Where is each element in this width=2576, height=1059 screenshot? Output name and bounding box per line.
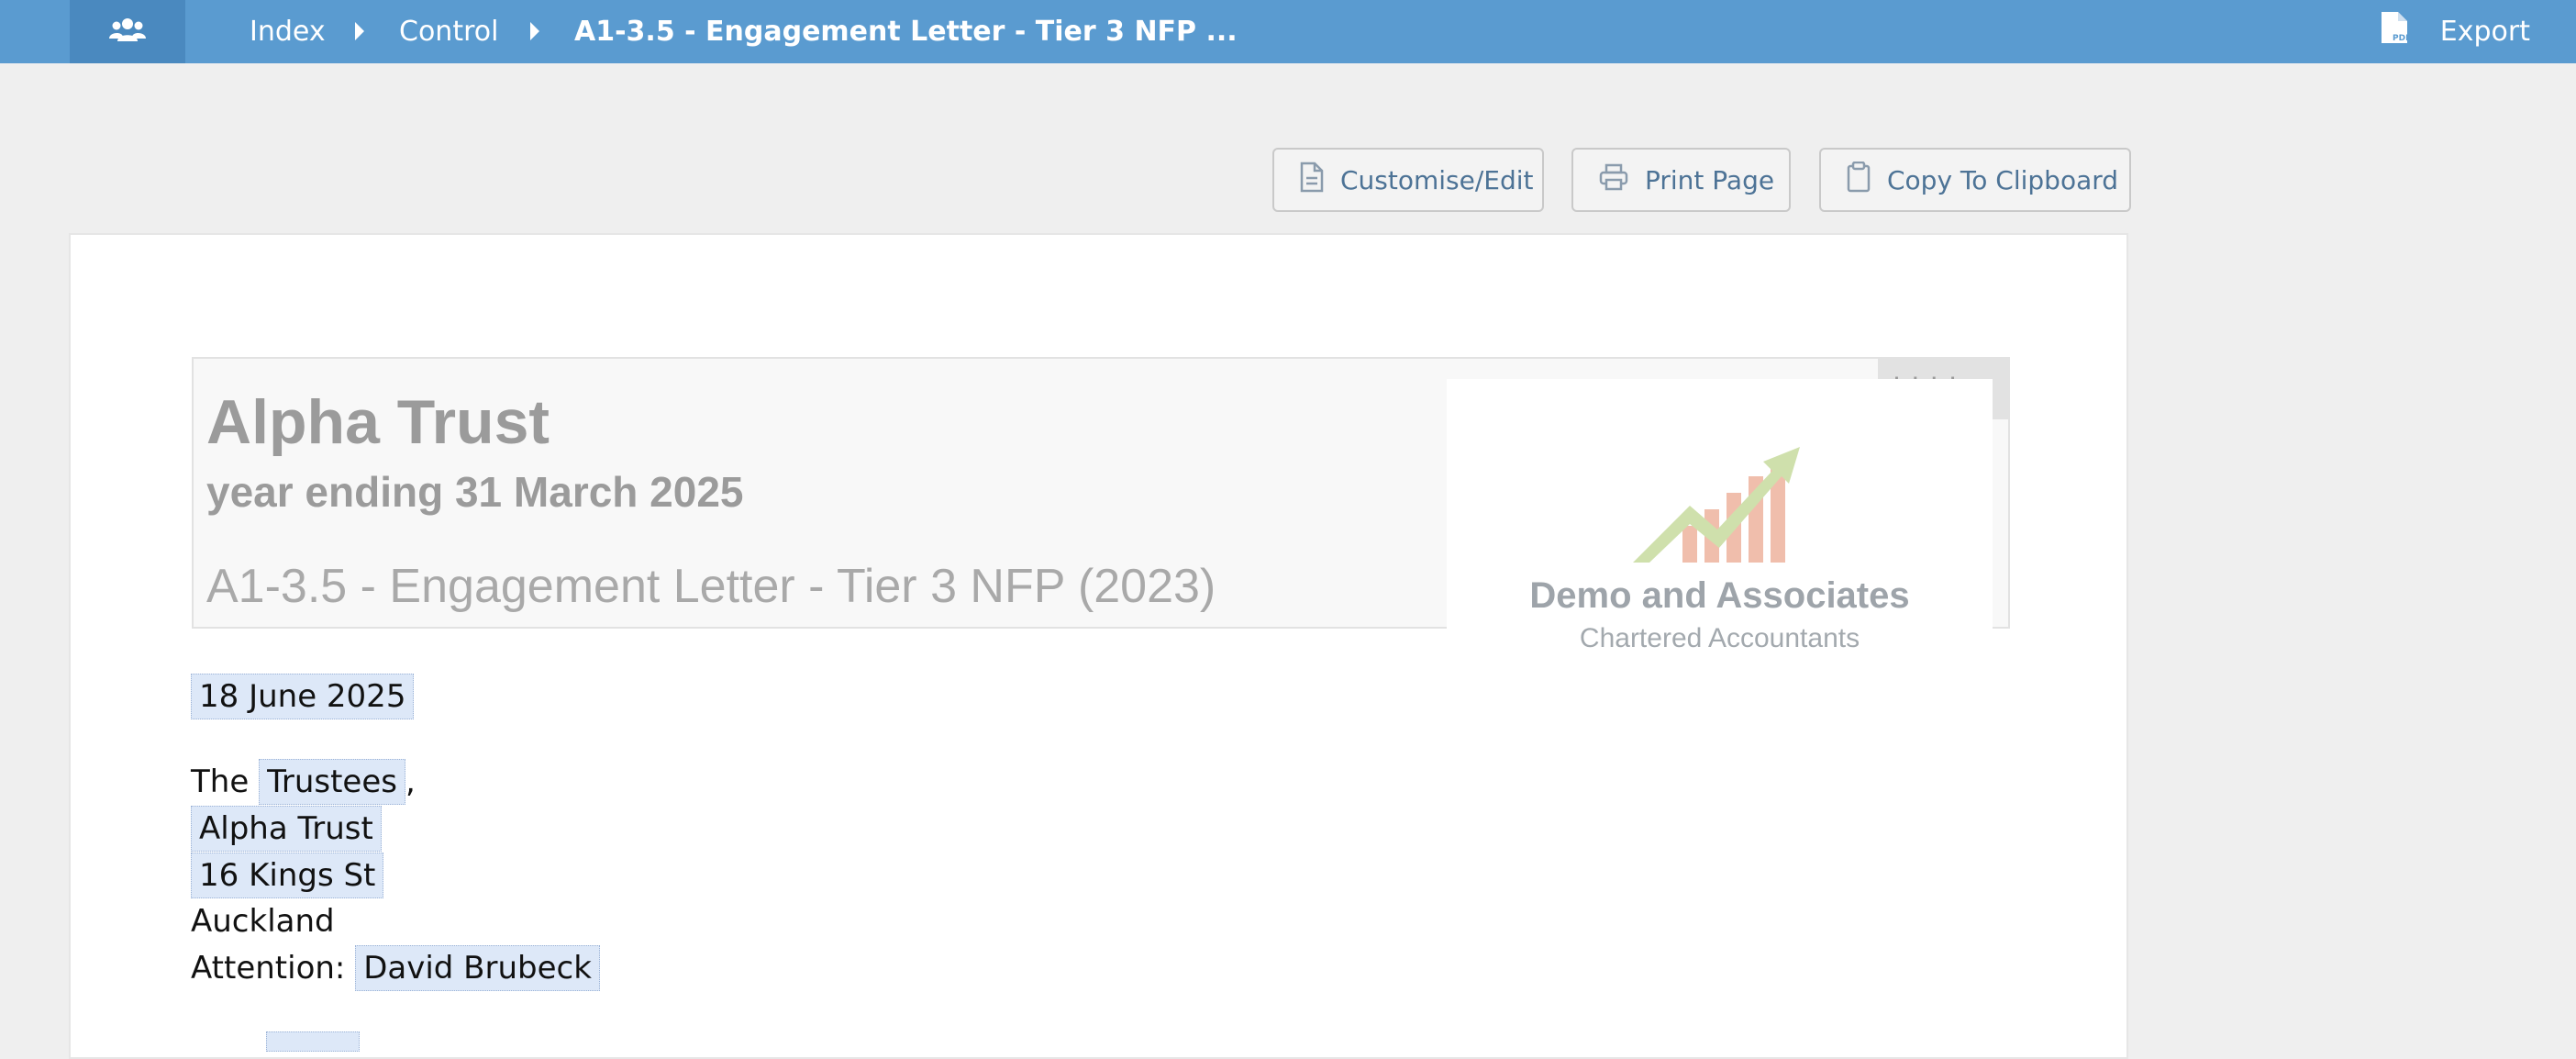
customise-edit-label: Customise/Edit <box>1340 164 1534 195</box>
firm-logo: Demo and Associates Chartered Accountant… <box>1447 379 1993 667</box>
attention-label: Attention: <box>191 950 346 987</box>
breadcrumb-control[interactable]: Control <box>399 0 498 63</box>
salutation-suffix: , <box>405 764 416 800</box>
salutation-prefix: The <box>191 764 250 800</box>
breadcrumb-index[interactable]: Index <box>250 0 326 63</box>
print-page-label: Print Page <box>1645 164 1775 195</box>
next-field-partial[interactable] <box>266 1031 360 1052</box>
top-bar: Index Control A1-3.5 - Engagement Letter… <box>0 0 2576 63</box>
entity-line: Alpha Trust <box>191 806 382 852</box>
period-label: year ending 31 March 2025 <box>206 468 744 516</box>
breadcrumb-current: A1-3.5 - Engagement Letter - Tier 3 NFP … <box>574 16 1238 48</box>
export-button[interactable]: PDF Export <box>2380 0 2530 63</box>
entity-name: Alpha Trust <box>206 387 550 457</box>
city-line: Auckland <box>191 903 335 940</box>
users-icon <box>109 17 146 48</box>
home-button[interactable] <box>70 0 185 63</box>
street-line: 16 Kings St <box>191 853 384 898</box>
clipboard-icon <box>1847 161 1871 199</box>
svg-text:PDF: PDF <box>2393 34 2409 43</box>
attention-line: Attention: David Brubeck <box>191 945 600 991</box>
export-label: Export <box>2439 16 2530 48</box>
customise-edit-button[interactable]: Customise/Edit <box>1272 148 1544 212</box>
document-title: A1-3.5 - Engagement Letter - Tier 3 NFP … <box>206 560 1216 613</box>
pdf-file-icon: PDF <box>2380 11 2411 52</box>
street-field[interactable]: 16 Kings St <box>191 853 384 898</box>
letter-date-line: 18 June 2025 <box>191 674 415 719</box>
copy-to-clipboard-label: Copy To Clipboard <box>1887 164 2119 195</box>
growth-chart-logo-icon <box>1633 447 1800 563</box>
breadcrumb-caret-icon <box>355 22 364 40</box>
entity-field[interactable]: Alpha Trust <box>191 806 382 852</box>
addressee-role-field[interactable]: Trustees <box>259 759 405 805</box>
letter-date-field[interactable]: 18 June 2025 <box>191 674 415 719</box>
copy-to-clipboard-button[interactable]: Copy To Clipboard <box>1819 148 2131 212</box>
city-text: Auckland <box>191 903 335 940</box>
printer-icon <box>1599 163 1628 197</box>
print-page-button[interactable]: Print Page <box>1571 148 1791 212</box>
logo-firm-name: Demo and Associates <box>1529 575 1910 616</box>
breadcrumb-caret-icon <box>530 22 539 40</box>
document-icon <box>1300 162 1324 199</box>
logo-firm-subtitle: Chartered Accountants <box>1579 623 1860 653</box>
salutation-line: The Trustees, <box>191 759 416 805</box>
attention-name-field[interactable]: David Brubeck <box>355 945 600 991</box>
